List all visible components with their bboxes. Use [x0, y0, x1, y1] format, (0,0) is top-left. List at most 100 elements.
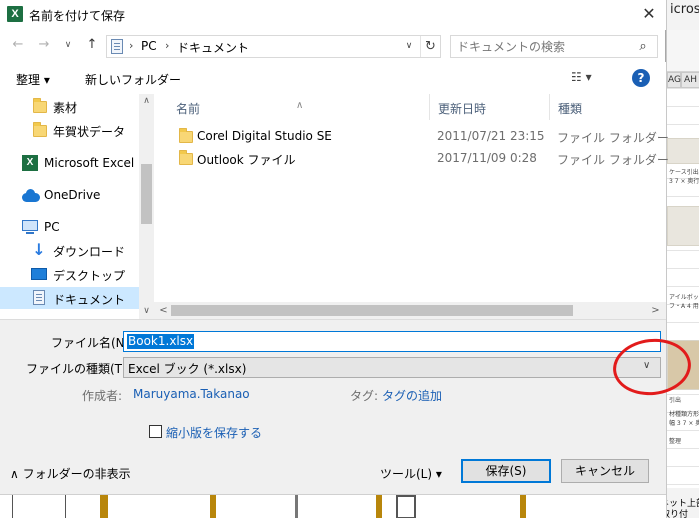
cancel-button[interactable]: キャンセル: [561, 459, 649, 483]
sidebar-item-microsoft-excel[interactable]: X Microsoft Excel: [0, 152, 139, 174]
table-row[interactable]: Corel Digital Studio SE 2011/07/21 23:15…: [154, 125, 669, 147]
close-button[interactable]: ✕: [632, 0, 666, 30]
hide-folders-button[interactable]: ∧ フォルダーの非表示: [10, 465, 131, 482]
background-caption: フ・A 4 用: [669, 303, 699, 310]
file-list: 名前 ∧ 更新日時 種類 Corel Digital Studio SE 201…: [154, 94, 669, 319]
dialog-title: 名前を付けて保存: [29, 9, 126, 23]
scrollbar-thumb[interactable]: [141, 164, 152, 224]
column-header-name[interactable]: 名前 ∧: [168, 94, 430, 120]
table-row[interactable]: Outlook ファイル 2017/11/09 0:28 ファイル フォルダー: [154, 147, 669, 169]
address-bar[interactable]: › PC › ドキュメント › ∨ ↻: [106, 35, 441, 58]
background-caption: 整理: [669, 438, 682, 445]
back-button[interactable]: ←: [8, 35, 28, 55]
scroll-down-button[interactable]: ∨: [139, 304, 154, 319]
filetype-select[interactable]: Excel ブック (*.xlsx) ∨: [123, 357, 661, 378]
sidebar-item-downloads[interactable]: ↓ ダウンロード: [0, 239, 139, 261]
tags-field[interactable]: タグの追加: [382, 387, 442, 404]
background-excel-ribbon: [667, 30, 699, 72]
sidebar-item-desktop[interactable]: デスクトップ: [0, 263, 139, 285]
background-caption: 3 7 × 奥行 2: [669, 178, 699, 185]
column-header-label: 種類: [558, 102, 583, 116]
background-caption: 材種類方形バ: [669, 411, 699, 418]
scroll-left-button[interactable]: <: [156, 302, 171, 319]
background-excel-title: icroso: [670, 2, 699, 17]
pc-icon: [111, 39, 123, 54]
download-icon: ↓: [32, 240, 46, 259]
folder-icon: [33, 122, 47, 137]
sidebar-item-label: OneDrive: [44, 188, 101, 202]
scrollbar-thumb[interactable]: [171, 305, 573, 316]
up-button[interactable]: ↑: [82, 35, 102, 55]
organize-button[interactable]: 整理 ▾: [16, 71, 50, 88]
filename-input[interactable]: Book1.xlsx: [123, 331, 661, 352]
sidebar-item-onedrive[interactable]: OneDrive: [0, 184, 139, 206]
background-caption: 引出: [669, 397, 682, 404]
background-product-image: [667, 138, 699, 164]
scroll-right-button[interactable]: >: [648, 302, 663, 319]
file-name: Outlook ファイル: [197, 153, 296, 167]
background-product-image: [667, 206, 699, 246]
sidebar-item-label: PC: [44, 220, 60, 234]
sidebar-item-nengajo[interactable]: 年賀状データ: [0, 119, 139, 141]
search-box[interactable]: ⌕: [450, 35, 658, 58]
recent-locations-button[interactable]: ∨: [58, 35, 78, 55]
help-icon[interactable]: ?: [632, 69, 650, 87]
column-header-label: 更新日時: [438, 102, 487, 116]
cloud-icon: [22, 189, 40, 202]
save-as-dialog: X 名前を付けて保存 ✕ ← → ∨ ↑ › PC › ドキュメント › ∨ ↻…: [0, 0, 669, 494]
breadcrumb-separator: ›: [239, 39, 244, 52]
scroll-up-button[interactable]: ∧: [139, 94, 154, 109]
refresh-button[interactable]: ↻: [420, 36, 440, 57]
filetype-value: Excel ブック (*.xlsx): [128, 362, 247, 376]
breadcrumb-separator: ›: [165, 39, 170, 52]
excel-icon: X: [7, 6, 23, 22]
horizontal-scrollbar[interactable]: < >: [154, 302, 666, 319]
documents-icon: [33, 290, 45, 305]
background-drawing: [0, 494, 666, 518]
file-date: 2017/11/09 0:28: [437, 151, 537, 165]
tools-button[interactable]: ツール(L) ▾: [380, 465, 442, 482]
command-bar: 整理 ▾ 新しいフォルダー ☷ ▾ ?: [0, 62, 666, 94]
search-icon[interactable]: ⌕: [633, 37, 653, 56]
forward-button[interactable]: →: [34, 35, 54, 55]
desktop-icon: [31, 268, 47, 280]
excel-icon: X: [22, 155, 38, 171]
background-caption: 幅 3 7 × 奥行: [669, 420, 699, 427]
sort-ascending-icon: ∧: [296, 100, 304, 111]
background-column-header: AG: [667, 72, 681, 88]
sidebar-item-label: ドキュメント: [53, 293, 126, 307]
filename-label: ファイル名(N):: [51, 336, 134, 350]
navigation-pane: 素材 年賀状データ X Microsoft Excel OneDrive PC …: [0, 94, 154, 319]
sidebar-item-documents[interactable]: ドキュメント: [0, 287, 139, 309]
navigation-scrollbar[interactable]: ∧ ∨: [139, 94, 154, 319]
save-button[interactable]: 保存(S): [461, 459, 551, 483]
filetype-label: ファイルの種類(T):: [26, 362, 131, 376]
save-thumbnail-label[interactable]: 縮小版を保存する: [166, 424, 262, 441]
tags-label: タグ:: [350, 389, 379, 403]
column-header-type[interactable]: 種類: [550, 94, 666, 120]
title-bar: X 名前を付けて保存 ✕: [0, 0, 666, 30]
background-column-header: AH: [681, 72, 699, 88]
pc-icon: [22, 220, 38, 234]
save-thumbnail-checkbox[interactable]: [149, 425, 162, 438]
folder-icon: [179, 150, 193, 165]
file-type: ファイル フォルダー: [557, 131, 669, 145]
sidebar-item-pc[interactable]: PC: [0, 216, 139, 238]
breadcrumb-separator: ›: [129, 39, 134, 52]
background-caption: ケース引出: [669, 169, 699, 176]
sidebar-item-label: Microsoft Excel: [44, 156, 135, 170]
author-field[interactable]: Maruyama.Takanao: [133, 387, 250, 401]
file-type: ファイル フォルダー: [557, 153, 669, 167]
sidebar-item-sozai[interactable]: 素材: [0, 95, 139, 117]
author-label: 作成者:: [82, 389, 123, 403]
sidebar-item-label: 素材: [53, 101, 78, 115]
address-dropdown-button[interactable]: ∨: [400, 36, 418, 57]
column-header-label: 名前: [176, 102, 201, 116]
file-name: Corel Digital Studio SE: [197, 129, 332, 143]
search-input[interactable]: [457, 38, 627, 55]
new-folder-button[interactable]: 新しいフォルダー: [85, 71, 181, 88]
folder-icon: [33, 98, 47, 113]
breadcrumb-pc[interactable]: PC: [141, 39, 157, 53]
view-options-button[interactable]: ☷ ▾: [571, 70, 607, 88]
column-header-modified[interactable]: 更新日時: [430, 94, 550, 120]
